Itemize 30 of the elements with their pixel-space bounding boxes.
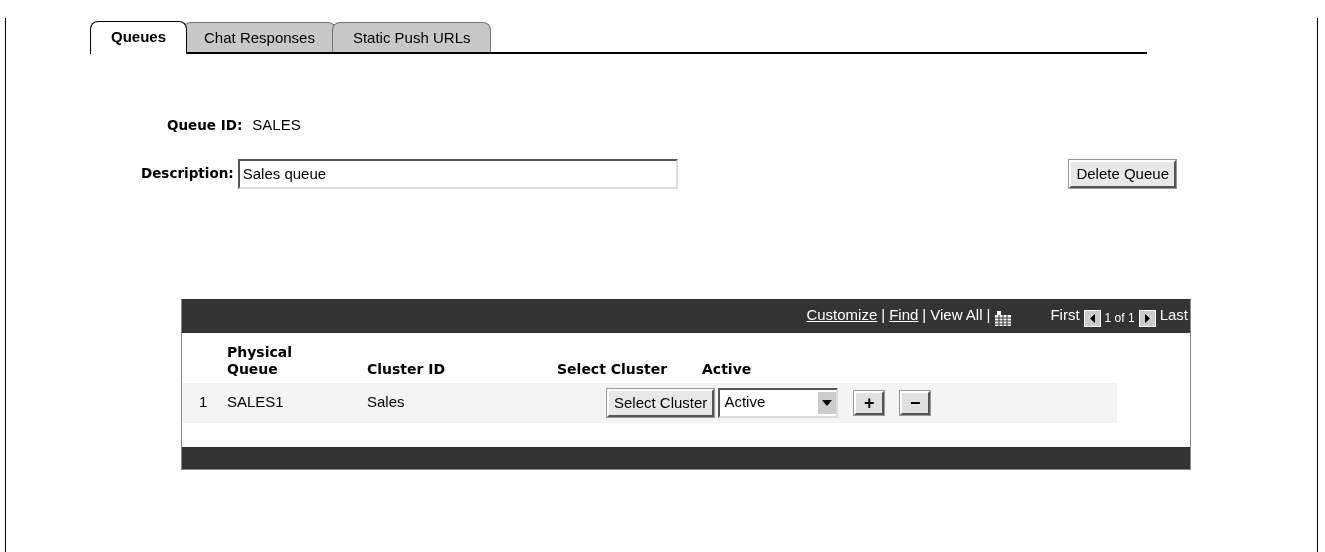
tab[interactable]: Queues: [90, 20, 188, 54]
description-field[interactable]: Sales queue: [237, 158, 678, 189]
table-cell-text: Sales: [367, 392, 406, 413]
link[interactable]: Find: [889, 304, 919, 327]
add-row-button[interactable]: +: [854, 390, 885, 415]
column-header: Physical Queue: [227, 343, 294, 379]
separator: |: [922, 305, 927, 325]
delete-button[interactable]: Delete Queue: [1069, 159, 1176, 188]
link[interactable]: Customize: [806, 304, 878, 327]
row-number: 1: [199, 392, 209, 413]
column-header: Cluster ID: [367, 361, 447, 379]
field-value: SALES: [252, 115, 301, 135]
status-dropdown[interactable]: Active: [718, 387, 839, 418]
separator: |: [986, 305, 991, 325]
table-cell-text: SALES1: [227, 392, 285, 413]
field-label: Queue ID:: [167, 116, 243, 136]
page-count: 1 of 1: [1104, 309, 1135, 327]
select-cluster-button[interactable]: Select Cluster: [607, 388, 715, 417]
previous-icon[interactable]: [1083, 309, 1101, 327]
delete-row-button[interactable]: −: [900, 390, 931, 415]
next-icon[interactable]: [1138, 309, 1156, 327]
nav-label[interactable]: View All: [930, 304, 983, 327]
nav-label[interactable]: Last: [1159, 304, 1188, 327]
separator: |: [881, 305, 886, 325]
nav-label[interactable]: First: [1050, 304, 1080, 327]
tab[interactable]: Static Push URLs: [331, 21, 492, 52]
grid-icon[interactable]: [994, 310, 1013, 327]
column-header: Select Cluster: [557, 361, 669, 379]
field-label: Description:: [141, 164, 234, 184]
column-header: Active: [702, 361, 753, 379]
